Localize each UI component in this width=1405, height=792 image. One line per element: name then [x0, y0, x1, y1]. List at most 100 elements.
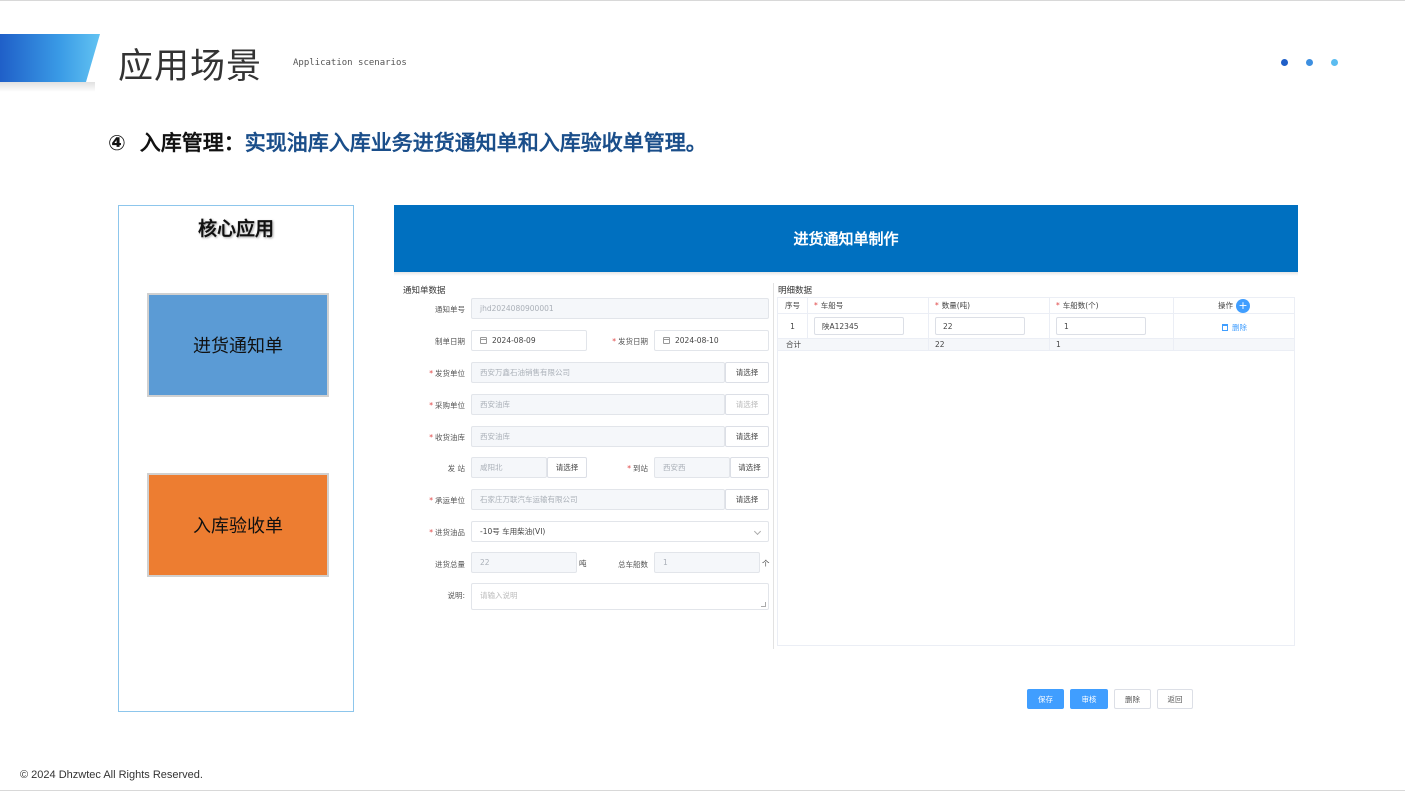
col-label: 车船数(个) [1062, 301, 1099, 310]
total-action [1174, 339, 1296, 350]
ship-unit-input[interactable]: 西安万鑫石油销售有限公司 [471, 362, 725, 383]
calendar-icon [480, 337, 487, 344]
ship-unit-value: 西安万鑫石油销售有限公司 [480, 368, 570, 377]
label-ship-date: * 发货日期 [612, 337, 648, 346]
col-action: 操作 [1174, 298, 1296, 313]
dot-icon [1281, 59, 1288, 66]
app-header-title: 进货通知单制作 [793, 230, 899, 248]
table-row: 1 陕A12345 22 1 删除 [778, 314, 1294, 339]
qty-input[interactable]: 22 [935, 317, 1025, 335]
cell-qty: 22 [929, 314, 1050, 338]
top-rule [0, 0, 1405, 1]
page-subtitle: Application scenarios [293, 58, 407, 68]
app-header-shadow [394, 272, 1298, 276]
plus-icon[interactable]: + [1236, 299, 1250, 313]
purchase-unit-select-button[interactable]: 请选择 [725, 394, 769, 415]
label-receive-depot: * 收货油库 [429, 433, 465, 442]
cell-count: 1 [1050, 314, 1174, 338]
carrier-input[interactable]: 石家庄万联汽车运输有限公司 [471, 489, 725, 510]
total-qty-value: 22 [480, 558, 490, 567]
col-vehicle: * 车船号 [808, 298, 929, 313]
carrier-select-button[interactable]: 请选择 [725, 489, 769, 510]
title-accent-shadow [0, 82, 95, 92]
label-remark: 说明: [405, 590, 465, 601]
label-text: 发货日期 [618, 337, 648, 346]
dot-icon [1331, 59, 1338, 66]
app-header: 进货通知单制作 [394, 205, 1298, 272]
remark-placeholder: 请输入说明 [480, 591, 518, 600]
cell-text: 1 [1056, 340, 1061, 349]
label-text: 总车船数 [618, 560, 648, 569]
calendar-icon [663, 337, 670, 344]
ship-date-picker[interactable]: 2024-08-10 [654, 330, 769, 351]
to-station-value: 西安西 [663, 463, 686, 472]
panel-divider [773, 283, 774, 649]
to-station-input[interactable]: 西安西 [654, 457, 730, 478]
chevron-down-icon [753, 527, 762, 536]
core-app-panel: 核心应用 进货通知单 入库验收单 [118, 205, 354, 712]
notice-no-value: jhd2024080900001 [480, 304, 554, 313]
purchase-unit-input[interactable]: 西安油库 [471, 394, 725, 415]
cell-text: 22 [935, 340, 945, 349]
label-oil-product: * 进货油品 [429, 528, 465, 537]
section-label-detail: 明细数据 [778, 286, 813, 296]
col-label: 操作 [1218, 301, 1233, 310]
receive-depot-input[interactable]: 西安油库 [471, 426, 725, 447]
cell-text: 22 [943, 321, 953, 331]
core-app-title: 核心应用 [197, 218, 274, 240]
total-count: 1 [1050, 339, 1174, 350]
label-text: 制单日期 [435, 337, 465, 346]
section-label-notice: 通知单数据 [403, 286, 446, 296]
receive-depot-value: 西安油库 [480, 432, 510, 441]
core-item-purchase-notice[interactable]: 进货通知单 [147, 293, 329, 397]
oil-product-select[interactable]: -10号 车用柴油(VI) [471, 521, 769, 542]
notice-no-input[interactable]: jhd2024080900001 [471, 298, 769, 319]
to-station-select-button[interactable]: 请选择 [730, 457, 769, 478]
save-button[interactable]: 保存 [1027, 689, 1064, 709]
total-vehicles-unit: 个 [762, 559, 770, 568]
from-station-select-button[interactable]: 请选择 [547, 457, 587, 478]
cell-index: 1 [778, 314, 808, 338]
label-text: 发 站 [447, 464, 465, 473]
cell-text: 陕A12345 [822, 321, 859, 331]
create-date-picker[interactable]: 2024-08-09 [471, 330, 587, 351]
col-label: 序号 [785, 301, 800, 310]
label-carrier: * 承运单位 [429, 496, 465, 505]
receive-depot-select-button[interactable]: 请选择 [725, 426, 769, 447]
label-total-qty: 进货总量 [405, 559, 465, 570]
back-button[interactable]: 返回 [1157, 689, 1193, 709]
label-total-vehicles: 总车船数 [590, 559, 648, 570]
cell-text: 合计 [786, 340, 801, 349]
label-to-station: * 到站 [627, 464, 648, 473]
total-qty: 22 [929, 339, 1050, 350]
col-label: 车船号 [820, 301, 844, 310]
col-count: * 车船数(个) [1050, 298, 1174, 313]
ship-unit-select-button[interactable]: 请选择 [725, 362, 769, 383]
resize-handle-icon[interactable] [761, 602, 766, 607]
dot-icon [1306, 59, 1313, 66]
from-station-input[interactable]: 咸阳北 [471, 457, 547, 478]
total-qty-input[interactable]: 22 [471, 552, 577, 573]
review-button[interactable]: 审核 [1070, 689, 1108, 709]
decorative-dots [1281, 59, 1341, 67]
vehicle-input[interactable]: 陕A12345 [814, 317, 904, 335]
label-text: 承运单位 [435, 496, 465, 505]
core-item-receipt-acceptance[interactable]: 入库验收单 [147, 473, 329, 577]
total-vehicles-input[interactable]: 1 [654, 552, 760, 573]
label-create-date: 制单日期 [405, 336, 465, 347]
label-text: 进货总量 [435, 560, 465, 569]
footer-copyright: © 2024 Dhzwtec All Rights Reserved. [20, 769, 203, 781]
label-text: 说明: [447, 591, 465, 600]
page-title: 应用场景 [118, 47, 263, 87]
remark-textarea[interactable]: 请输入说明 [471, 583, 769, 610]
col-index: 序号 [778, 298, 808, 313]
label-text: 采购单位 [435, 401, 465, 410]
label-ship-unit: * 发货单位 [429, 369, 465, 378]
ship-date-value: 2024-08-10 [675, 336, 719, 345]
headline-key: 入库管理： [139, 131, 245, 155]
delete-row-link[interactable]: 删除 [1222, 322, 1247, 333]
label-notice-no: 通知单号 [405, 304, 465, 315]
label-from-station: 发 站 [405, 463, 465, 474]
delete-button[interactable]: 删除 [1114, 689, 1151, 709]
count-input[interactable]: 1 [1056, 317, 1146, 335]
